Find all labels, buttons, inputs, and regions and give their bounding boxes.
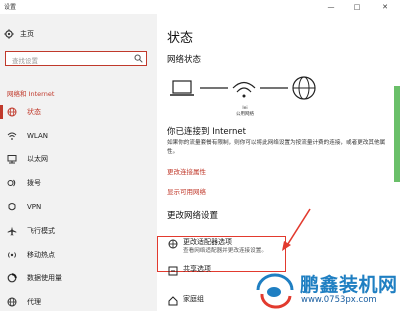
sidebar-item-label: 以太网 (27, 155, 48, 164)
watermark: 鹏鑫装机网 www.0753px.com (252, 270, 400, 311)
laptop-icon (170, 80, 194, 96)
airplane-icon (6, 226, 18, 236)
sharing-icon (167, 265, 178, 276)
home-nav-item[interactable]: 主页 (4, 27, 34, 41)
option-title: 家庭组 (183, 295, 204, 303)
option-title: 共享选项 (183, 265, 211, 273)
connected-heading: 你已连接到 Internet (167, 127, 246, 137)
sidebar-section-label: 网络和 Internet (7, 90, 55, 98)
sidebar-item-dialup[interactable]: 拨号 (0, 171, 157, 195)
sidebar: 主页 查找设置 网络和 Internet 状态 WLAN 以太网 拨号 VPN … (0, 14, 157, 311)
sidebar-item-wlan[interactable]: WLAN (0, 124, 157, 148)
minimize-button[interactable]: — (318, 0, 344, 14)
sidebar-item-label: WLAN (27, 131, 49, 140)
home-label: 主页 (20, 30, 34, 38)
vpn-icon (6, 202, 18, 212)
annotation-arrow (282, 208, 311, 251)
show-available-networks-link[interactable]: 显示可用网络 (167, 186, 206, 196)
globe-icon (6, 107, 18, 117)
proxy-icon (6, 297, 18, 307)
main-panel: 状态 网络状态 lei 公用网络 你已连接到 Internet 如果你的流量套餐… (157, 14, 400, 311)
sidebar-nav: 状态 WLAN 以太网 拨号 VPN 飞行模式 移动热点 数据使用量 代理 (0, 100, 157, 314)
background-window-edge (394, 86, 400, 182)
option-homegroup[interactable]: 家庭组 (167, 295, 204, 306)
watermark-logo (256, 273, 294, 309)
search-placeholder: 查找设置 (12, 57, 38, 65)
watermark-brand: 鹏鑫装机网 (300, 274, 398, 296)
search-icon[interactable] (134, 54, 143, 63)
sidebar-item-ethernet[interactable]: 以太网 (0, 148, 157, 172)
sidebar-item-label: VPN (27, 203, 42, 212)
sidebar-item-label: 移动热点 (27, 250, 55, 259)
connected-description: 如果你的流量套餐有限制，则你可以将此网络设置为按流量计费的连接，或者更改其他属性… (167, 140, 386, 155)
option-title: 更改适配器选项 (183, 238, 232, 246)
wifi-icon (232, 81, 256, 98)
option-description: 查看网络适配器并更改连接设置。 (183, 248, 267, 254)
hotspot-icon (6, 250, 18, 260)
sidebar-item-mobile-hotspot[interactable]: 移动热点 (0, 243, 157, 267)
page-title: 状态 (167, 31, 194, 46)
window-title: 设置 (4, 4, 17, 11)
sidebar-item-label: 代理 (27, 298, 41, 307)
sidebar-item-label: 拨号 (27, 179, 41, 188)
window-controls: — □ ✕ (318, 0, 400, 14)
sidebar-item-vpn[interactable]: VPN (0, 195, 157, 219)
homegroup-icon (167, 295, 178, 306)
maximize-button[interactable]: □ (344, 0, 370, 14)
gear-icon (4, 29, 14, 39)
close-button[interactable]: ✕ (370, 0, 400, 14)
adapter-icon (167, 238, 178, 249)
network-diagram: lei 公用网络 (167, 74, 322, 118)
network-status-heading: 网络状态 (167, 55, 202, 65)
network-type: 公用网络 (236, 112, 254, 117)
data-usage-icon (6, 273, 18, 283)
watermark-url: www.0753px.com (301, 295, 377, 305)
sidebar-item-label: 数据使用量 (27, 274, 62, 283)
sidebar-item-proxy[interactable]: 代理 (0, 290, 157, 314)
change-network-settings-heading: 更改网络设置 (167, 211, 219, 221)
sidebar-item-label: 飞行模式 (27, 226, 55, 235)
network-label: lei 公用网络 (225, 106, 265, 117)
option-change-adapter[interactable]: 更改适配器选项 查看网络适配器并更改连接设置。 (167, 238, 267, 255)
title-bar: 设置 — □ ✕ (0, 0, 400, 14)
sidebar-item-status[interactable]: 状态 (0, 100, 157, 124)
wifi-icon (6, 131, 18, 141)
sidebar-item-airplane-mode[interactable]: 飞行模式 (0, 219, 157, 243)
phone-icon (6, 178, 18, 188)
active-indicator (0, 105, 3, 119)
change-connection-properties-link[interactable]: 更改连接属性 (167, 166, 206, 176)
internet-globe-icon (292, 76, 316, 100)
search-input[interactable]: 查找设置 (5, 51, 147, 66)
sidebar-item-label: 状态 (27, 107, 41, 116)
ethernet-icon (6, 154, 18, 164)
option-sharing[interactable]: 共享选项 (167, 265, 211, 276)
sidebar-item-data-usage[interactable]: 数据使用量 (0, 267, 157, 291)
